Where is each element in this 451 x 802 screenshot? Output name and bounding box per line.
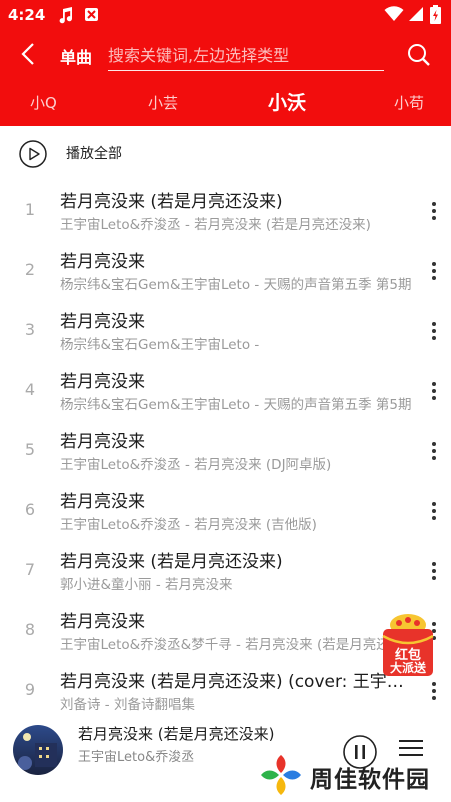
album-cover[interactable] bbox=[13, 725, 63, 775]
tab-xiaogou[interactable]: 小苟 bbox=[394, 92, 424, 113]
song-subtitle: 刘备诗 - 刘备诗翻唱集 bbox=[60, 697, 195, 713]
song-subtitle: 王宇宙Leto&乔浚丞 - 若月亮没来 (吉他版) bbox=[60, 517, 317, 533]
song-row[interactable]: 7 若月亮没来 (若是月亮还没来) 郭小进&童小丽 - 若月亮没来 bbox=[0, 540, 451, 600]
song-index: 6 bbox=[24, 500, 36, 519]
song-subtitle: 杨宗纬&宝石Gem&王宇宙Leto - 天赐的声音第五季 第5期 bbox=[60, 397, 412, 413]
now-playing-title: 若月亮没来 (若是月亮还没来) bbox=[78, 725, 275, 743]
song-row[interactable]: 4 若月亮没来 杨宗纬&宝石Gem&王宇宙Leto - 天赐的声音第五季 第5期 bbox=[0, 360, 451, 420]
play-all-label: 播放全部 bbox=[66, 146, 122, 162]
song-row[interactable]: 5 若月亮没来 王宇宙Leto&乔浚丞 - 若月亮没来 (DJ阿卓版) bbox=[0, 420, 451, 480]
song-index: 2 bbox=[24, 260, 36, 279]
red-packet-badge[interactable]: 红包 大派送 bbox=[377, 612, 439, 678]
battery-icon bbox=[430, 5, 441, 28]
song-title: 若月亮没来 bbox=[60, 372, 145, 392]
tab-xiaoq[interactable]: 小Q bbox=[30, 92, 57, 113]
now-playing-artist: 王宇宙Leto&乔浚丞 bbox=[78, 750, 195, 765]
song-title: 若月亮没来 bbox=[60, 432, 145, 452]
song-row[interactable]: 1 若月亮没来 (若是月亮还没来) 王宇宙Leto&乔浚丞 - 若月亮没来 (若… bbox=[0, 180, 451, 240]
app-notification-icon bbox=[84, 7, 99, 26]
more-options-icon[interactable] bbox=[422, 679, 446, 703]
source-tabs: 小Q 小芸 小沃 小苟 bbox=[0, 78, 451, 126]
song-title: 若月亮没来 bbox=[60, 312, 145, 332]
song-subtitle: 王宇宙Leto&乔浚丞&梦千寻 - 若月亮没来 (若是月亮还没来) bbox=[60, 637, 422, 653]
status-bar: 4:24 bbox=[0, 0, 451, 30]
more-options-icon[interactable] bbox=[422, 439, 446, 463]
song-title: 若月亮没来 (若是月亮还没来) (cover: 王宇宙Leto) bbox=[60, 672, 415, 692]
song-subtitle: 杨宗纬&宝石Gem&王宇宙Leto - bbox=[60, 337, 260, 353]
more-options-icon[interactable] bbox=[422, 259, 446, 283]
song-index: 5 bbox=[24, 440, 36, 459]
more-options-icon[interactable] bbox=[422, 559, 446, 583]
song-row[interactable]: 2 若月亮没来 杨宗纬&宝石Gem&王宇宙Leto - 天赐的声音第五季 第5期 bbox=[0, 240, 451, 300]
play-all-button[interactable]: 播放全部 bbox=[0, 126, 451, 180]
more-options-icon[interactable] bbox=[422, 199, 446, 223]
song-subtitle: 郭小进&童小丽 - 若月亮没来 bbox=[60, 577, 233, 593]
song-row[interactable]: 6 若月亮没来 王宇宙Leto&乔浚丞 - 若月亮没来 (吉他版) bbox=[0, 480, 451, 540]
watermark-text: 周佳软件园 bbox=[310, 767, 430, 793]
song-row[interactable]: 3 若月亮没来 杨宗纬&宝石Gem&王宇宙Leto - bbox=[0, 300, 451, 360]
status-time: 4:24 bbox=[8, 6, 46, 24]
watermark-logo: 周佳软件园 bbox=[258, 752, 448, 798]
song-index: 1 bbox=[24, 200, 36, 219]
search-type-selector[interactable]: 单曲 bbox=[60, 44, 92, 68]
play-circle-icon bbox=[18, 139, 48, 173]
song-title: 若月亮没来 bbox=[60, 612, 145, 632]
song-title: 若月亮没来 (若是月亮还没来) bbox=[60, 192, 283, 212]
song-index: 4 bbox=[24, 380, 36, 399]
search-icon[interactable] bbox=[406, 42, 432, 72]
more-options-icon[interactable] bbox=[422, 319, 446, 343]
more-options-icon[interactable] bbox=[422, 379, 446, 403]
song-index: 8 bbox=[24, 620, 36, 639]
back-arrow-icon[interactable] bbox=[18, 41, 40, 71]
wifi-icon bbox=[384, 6, 404, 26]
search-toolbar: 单曲 bbox=[0, 30, 451, 78]
tab-xiaoyun[interactable]: 小芸 bbox=[148, 92, 178, 113]
song-index: 9 bbox=[24, 680, 36, 699]
song-subtitle: 王宇宙Leto&乔浚丞 - 若月亮没来 (DJ阿卓版) bbox=[60, 457, 332, 473]
song-index: 3 bbox=[24, 320, 36, 339]
song-subtitle: 王宇宙Leto&乔浚丞 - 若月亮没来 (若是月亮还没来) bbox=[60, 217, 371, 233]
song-title: 若月亮没来 bbox=[60, 492, 145, 512]
signal-icon bbox=[408, 6, 424, 26]
song-title: 若月亮没来 bbox=[60, 252, 145, 272]
song-title: 若月亮没来 (若是月亮还没来) bbox=[60, 552, 283, 572]
tab-xiaowo[interactable]: 小沃 bbox=[268, 88, 306, 115]
more-options-icon[interactable] bbox=[422, 499, 446, 523]
red-packet-line2: 大派送 bbox=[389, 661, 426, 675]
music-note-icon bbox=[58, 7, 74, 28]
song-index: 7 bbox=[24, 560, 36, 579]
song-subtitle: 杨宗纬&宝石Gem&王宇宙Leto - 天赐的声音第五季 第5期 bbox=[60, 277, 412, 293]
search-input[interactable] bbox=[108, 40, 384, 71]
